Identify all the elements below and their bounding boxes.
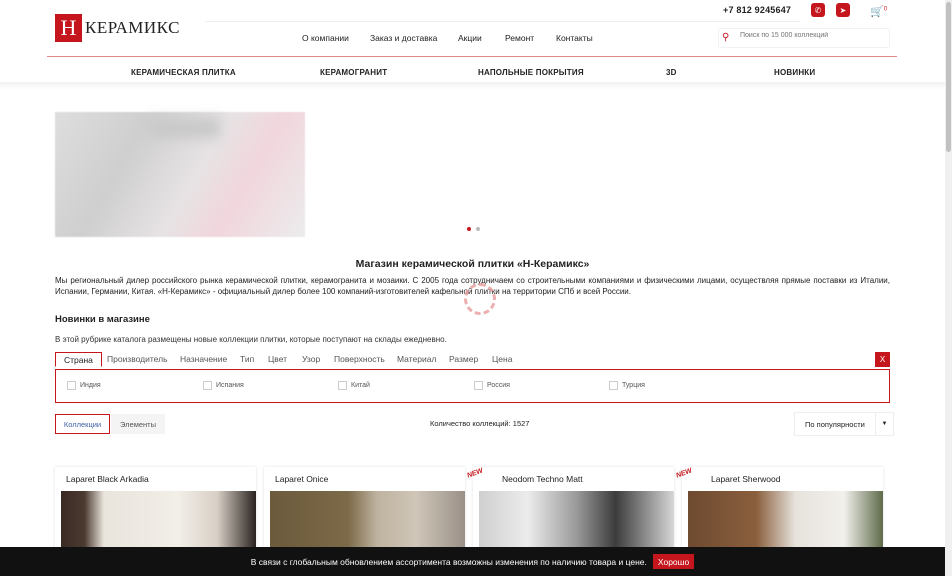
checkbox[interactable] <box>474 381 483 390</box>
loading-spinner-icon <box>464 283 496 315</box>
menu-about[interactable]: О компании <box>302 33 349 43</box>
search-icon[interactable]: ⚲ <box>722 32 729 43</box>
whatsapp-icon[interactable]: ✆ <box>811 3 825 17</box>
notice-ok-button[interactable]: Хорошо <box>652 554 695 569</box>
category-floor[interactable]: НАПОЛЬНЫЕ ПОКРЫТИЯ <box>478 68 584 77</box>
filter-tab-manufacturer[interactable]: Производитель <box>107 352 168 367</box>
checkbox[interactable] <box>203 381 212 390</box>
country-checkbox-russia[interactable]: Россия <box>474 381 510 390</box>
collections-count: Количество коллекций: 1527 <box>430 419 530 428</box>
country-checkbox-spain[interactable]: Испания <box>203 381 244 390</box>
filter-close-button[interactable]: X <box>875 352 890 367</box>
cart-icon[interactable]: 🛒0 <box>870 5 887 18</box>
new-badge: NEW <box>675 467 694 480</box>
menu-order-delivery[interactable]: Заказ и доставка <box>370 33 437 43</box>
country-checkbox-china[interactable]: Китай <box>338 381 370 390</box>
store-title: Магазин керамической плитки «Н-Керамикс» <box>355 258 590 270</box>
header-divider <box>205 21 800 22</box>
checkbox-label: Китай <box>351 382 370 389</box>
filter-tab-color[interactable]: Цвет <box>268 352 287 367</box>
logo-mark: Н <box>55 14 82 42</box>
checkbox-label: Россия <box>487 382 510 389</box>
filter-tab-price[interactable]: Цена <box>492 352 512 367</box>
news-subtitle: В этой рубрике каталога размещены новые … <box>55 335 447 344</box>
scrollbar-thumb[interactable] <box>946 2 951 152</box>
collection-name[interactable]: Laparet Sherwood <box>711 474 780 484</box>
category-porcelain[interactable]: КЕРАМОГРАНИТ <box>320 68 387 77</box>
search-box: ⚲ <box>718 28 890 48</box>
menu-contacts[interactable]: Контакты <box>556 33 593 43</box>
new-badge: NEW <box>466 467 485 480</box>
slider-dot-active[interactable] <box>467 227 471 231</box>
menu-promotions[interactable]: Акции <box>458 33 482 43</box>
category-ceramic-tile[interactable]: КЕРАМИЧЕСКАЯ ПЛИТКА <box>131 68 236 77</box>
filter-tab-surface[interactable]: Поверхность <box>334 352 385 367</box>
phone-number[interactable]: +7 812 9245647 <box>723 5 791 15</box>
collection-name[interactable]: Neodom Techno Matt <box>502 474 583 484</box>
tab-collections[interactable]: Коллекции <box>55 414 110 434</box>
checkbox-label: Испания <box>216 382 244 389</box>
collection-name[interactable]: Laparet Black Arkadia <box>66 474 149 484</box>
caret-down-icon[interactable]: ▼ <box>875 413 893 435</box>
header-red-divider <box>47 56 897 57</box>
country-checkbox-turkey[interactable]: Турция <box>609 381 645 390</box>
menu-repair[interactable]: Ремонт <box>505 33 534 43</box>
tab-elements[interactable]: Элементы <box>111 414 165 434</box>
category-new[interactable]: НОВИНКИ <box>774 68 815 77</box>
filter-tab-type[interactable]: Тип <box>240 352 254 367</box>
logo-text: КЕРАМИКС <box>85 18 180 37</box>
telegram-icon[interactable]: ➤ <box>836 3 850 17</box>
header-shadow <box>0 82 945 90</box>
sort-value: По популярности <box>805 420 865 429</box>
collection-name[interactable]: Laparet Onice <box>275 474 328 484</box>
category-3d[interactable]: 3D <box>666 68 677 77</box>
filter-panel <box>55 369 890 403</box>
notice-text: В связи с глобальным обновлением ассорти… <box>250 556 647 567</box>
filter-tab-purpose[interactable]: Назначение <box>180 352 227 367</box>
cart-count: 0 <box>883 6 888 13</box>
country-checkbox-india[interactable]: Индия <box>67 381 101 390</box>
slider-dot[interactable] <box>476 227 480 231</box>
filter-tab-material[interactable]: Материал <box>397 352 436 367</box>
checkbox-label: Индия <box>80 382 101 389</box>
site-logo[interactable]: Н КЕРАМИКС <box>55 14 180 42</box>
checkbox[interactable] <box>338 381 347 390</box>
checkbox[interactable] <box>609 381 618 390</box>
filter-tab-pattern[interactable]: Узор <box>302 352 320 367</box>
filter-tab-size[interactable]: Размер <box>449 352 478 367</box>
banner-slide[interactable] <box>55 112 305 237</box>
page: Н КЕРАМИКС +7 812 9245647 ✆ ➤ 🛒0 О компа… <box>0 0 945 576</box>
checkbox-label: Турция <box>622 382 645 389</box>
sort-select[interactable]: По популярности ▼ <box>794 412 894 436</box>
notice-bar: В связи с глобальным обновлением ассорти… <box>0 547 945 576</box>
news-title: Новинки в магазине <box>55 314 150 325</box>
search-input[interactable] <box>740 32 885 39</box>
checkbox[interactable] <box>67 381 76 390</box>
filter-tab-country[interactable]: Страна <box>55 352 102 367</box>
scrollbar[interactable] <box>945 0 952 576</box>
